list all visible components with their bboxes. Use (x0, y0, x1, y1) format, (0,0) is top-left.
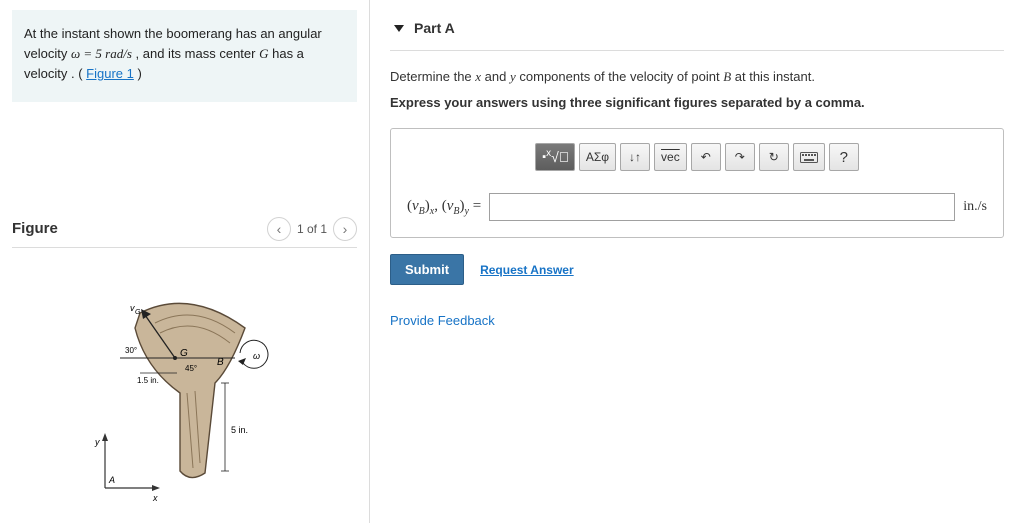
answer-input[interactable] (489, 193, 955, 221)
angle-30-label: 30° (125, 346, 137, 355)
answer-box: ▪x√ ΑΣφ ↓↑ vec ↶ ↷ ↻ ? (vB)x, (vB)y = in… (390, 128, 1004, 238)
keyboard-icon (800, 152, 818, 163)
variable-label: (vB)x, (vB)y = (407, 198, 481, 217)
axis-x-label: x (152, 493, 158, 503)
request-answer-link[interactable]: Request Answer (480, 263, 574, 277)
svg-text:G: G (135, 309, 141, 316)
figure-next-button[interactable]: › (333, 217, 357, 241)
omega-expr: ω = 5 rad/s (71, 46, 132, 61)
keyboard-button[interactable] (793, 143, 825, 171)
point-B-label: B (217, 357, 224, 368)
figure-title: Figure (12, 220, 58, 237)
mass-center-G: G (259, 46, 268, 61)
help-button[interactable]: ? (829, 143, 859, 171)
axis-y-label: y (94, 437, 100, 447)
math-toolbar: ▪x√ ΑΣφ ↓↑ vec ↶ ↷ ↻ ? (407, 143, 987, 171)
provide-feedback-link[interactable]: Provide Feedback (390, 313, 1004, 328)
point-A-label: A (108, 475, 115, 485)
part-title: Part A (414, 20, 455, 36)
problem-statement: At the instant shown the boomerang has a… (12, 10, 357, 102)
figure-prev-button[interactable]: ‹ (267, 217, 291, 241)
vec-button[interactable]: vec (654, 143, 687, 171)
instruction-1: Determine the x and y components of the … (390, 69, 1004, 85)
subsup-button[interactable]: ↓↑ (620, 143, 650, 171)
figure-link[interactable]: Figure 1 (86, 66, 134, 81)
angle-45-label: 45° (185, 364, 197, 373)
templates-button[interactable]: ▪x√ (535, 143, 575, 171)
figure-counter: 1 of 1 (297, 222, 327, 236)
dim-1-5-label: 1.5 in. (137, 376, 159, 385)
submit-button[interactable]: Submit (390, 254, 464, 285)
point-G-label: G (180, 348, 188, 359)
unit-label: in./s (963, 199, 987, 215)
instruction-2: Express your answers using three signifi… (390, 95, 1004, 110)
undo-button[interactable]: ↶ (691, 143, 721, 171)
svg-text:ω: ω (253, 351, 260, 361)
dim-5-label: 5 in. (231, 425, 248, 435)
greek-button[interactable]: ΑΣφ (579, 143, 616, 171)
figure-image: y x A G B v G (12, 273, 357, 503)
redo-button[interactable]: ↷ (725, 143, 755, 171)
reset-button[interactable]: ↻ (759, 143, 789, 171)
part-collapse-toggle[interactable] (394, 25, 404, 32)
